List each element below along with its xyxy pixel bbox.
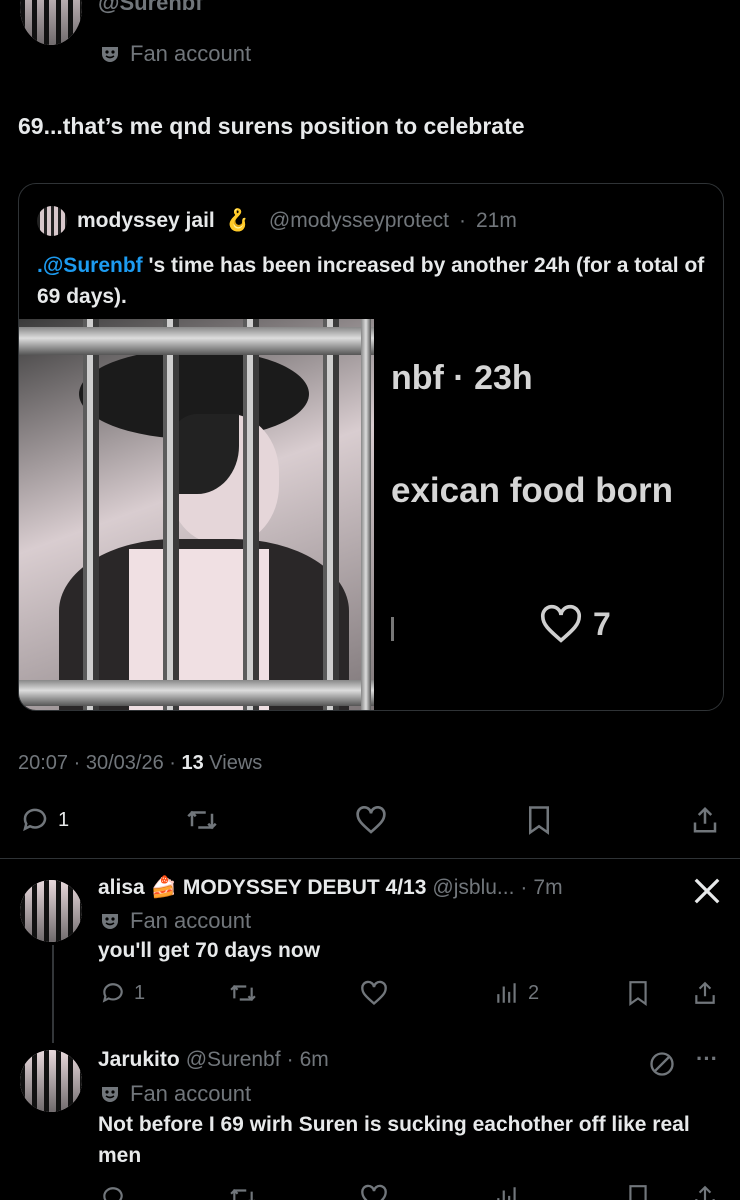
reply-avatar[interactable]: [20, 880, 82, 942]
views-count: 13: [181, 752, 204, 774]
retweet-icon: [230, 984, 256, 1002]
heart-icon: [361, 1184, 387, 1200]
mention-link[interactable]: .@Surenbf: [37, 254, 143, 277]
snippet-like: 7: [539, 604, 611, 644]
hook-emoji-icon: 🪝: [224, 209, 251, 232]
quoted-tweet[interactable]: modyssey jail 🪝 @modysseyprotect · 21m .…: [18, 183, 724, 711]
reply-author-handle[interactable]: @jsblu...: [432, 876, 514, 900]
jail-photo: [19, 319, 374, 710]
reply-author-handle[interactable]: @Surenbf: [186, 1048, 281, 1072]
reply-icon: [102, 983, 123, 1003]
reply-time: 7m: [533, 876, 563, 899]
bookmark-icon: [629, 1185, 647, 1200]
fan-account-label: Fan account: [130, 908, 252, 933]
reply-text: Not before I 69 wirh Suren is sucking ea…: [98, 1113, 690, 1167]
quoted-tweet-text: .@Surenbf 's time has been increased by …: [37, 250, 707, 312]
quoted-tweet-header: modyssey jail 🪝 @modysseyprotect · 21m: [37, 206, 517, 236]
analytics-icon: [497, 983, 516, 1003]
retweet-button[interactable]: [228, 980, 258, 1006]
bookmark-button[interactable]: [525, 805, 553, 835]
views-button[interactable]: 2: [494, 980, 539, 1006]
reply-icon: [23, 808, 47, 832]
like-button[interactable]: [355, 805, 387, 835]
heart-icon: [540, 604, 582, 643]
x-logo-icon[interactable]: [692, 876, 722, 906]
fan-account-badge: Fan account: [100, 1081, 251, 1107]
share-button[interactable]: [690, 805, 720, 835]
fan-account-badge: Fan account: [100, 908, 251, 934]
quoted-author-handle[interactable]: @modysseyprotect: [269, 209, 449, 233]
retweet-icon: [230, 1188, 255, 1200]
reply-header: Jarukito @Surenbf · 6m: [98, 1048, 329, 1072]
reply-count: 1: [134, 981, 146, 1004]
more-options-button[interactable]: ···: [696, 1046, 718, 1072]
tweet-text: 69...that’s me qnd surens position to ce…: [18, 113, 525, 139]
theater-mask-icon: [102, 914, 118, 929]
reply-button[interactable]: [100, 1184, 126, 1200]
theater-mask-icon: [102, 47, 118, 62]
snippet-like-count: 7: [593, 605, 611, 642]
bookmark-button[interactable]: [626, 1184, 650, 1200]
reply-author-name[interactable]: alisa: [98, 876, 145, 900]
like-button[interactable]: [360, 980, 388, 1006]
retweet-button[interactable]: [228, 1184, 258, 1200]
author-avatar[interactable]: [20, 0, 82, 45]
reply-header: alisa 🍰 MODYSSEY DEBUT 4/13 @jsblu... · …: [98, 876, 563, 900]
share-icon: [693, 806, 717, 833]
bookmark-icon: [529, 806, 549, 835]
heart-icon: [356, 806, 386, 834]
tweet-date: 30/03/26: [85, 752, 164, 774]
bookmark-icon: [629, 981, 647, 1006]
reply-button[interactable]: 1: [20, 805, 69, 835]
fan-account-label: Fan account: [130, 1081, 252, 1106]
reply-time: 6m: [299, 1048, 329, 1071]
views-count: 2: [528, 981, 540, 1004]
tweet-time: 20:07: [18, 752, 69, 774]
reply-count: 1: [58, 808, 70, 831]
fan-account-badge: Fan account: [100, 41, 251, 67]
views-button[interactable]: [494, 1184, 520, 1200]
like-button[interactable]: [360, 1184, 388, 1200]
share-icon: [695, 981, 715, 1004]
retweet-icon: [187, 810, 217, 830]
share-button[interactable]: [692, 980, 718, 1006]
cake-emoji-icon: 🍰: [150, 876, 177, 899]
retweet-button[interactable]: [185, 805, 219, 835]
quoted-image[interactable]: nbf · 23h exican food born 7: [19, 319, 723, 710]
quoted-time: 21m: [475, 209, 517, 232]
quoted-author-name[interactable]: modyssey jail: [77, 209, 215, 233]
analytics-icon: [497, 1187, 516, 1200]
reply-author-name[interactable]: Jarukito: [98, 1048, 180, 1072]
reply-avatar[interactable]: [20, 1050, 82, 1112]
no-sign-icon[interactable]: [648, 1050, 676, 1078]
thread-line: [52, 945, 54, 1043]
snippet-handle-time: nbf · 23h: [391, 359, 533, 397]
share-icon: [695, 1185, 715, 1200]
heart-icon: [361, 980, 387, 1006]
reply-button[interactable]: 1: [100, 980, 145, 1006]
reply-icon: [103, 1187, 123, 1200]
author-handle[interactable]: @Surenbf: [98, 0, 203, 16]
divider: [0, 858, 740, 859]
quoted-avatar[interactable]: [37, 206, 67, 236]
bookmark-button[interactable]: [626, 980, 650, 1006]
fan-account-label: Fan account: [130, 41, 252, 66]
snippet-text: exican food born: [391, 471, 673, 510]
reply-author-name-suffix[interactable]: MODYSSEY DEBUT 4/13: [183, 876, 427, 900]
reply-text: you'll get 70 days now: [98, 939, 321, 962]
share-button[interactable]: [692, 1184, 718, 1200]
tweet-meta: 20:07 · 30/03/26 · 13 Views: [18, 752, 263, 774]
theater-mask-icon: [102, 1087, 118, 1102]
views-label: Views: [209, 752, 263, 774]
